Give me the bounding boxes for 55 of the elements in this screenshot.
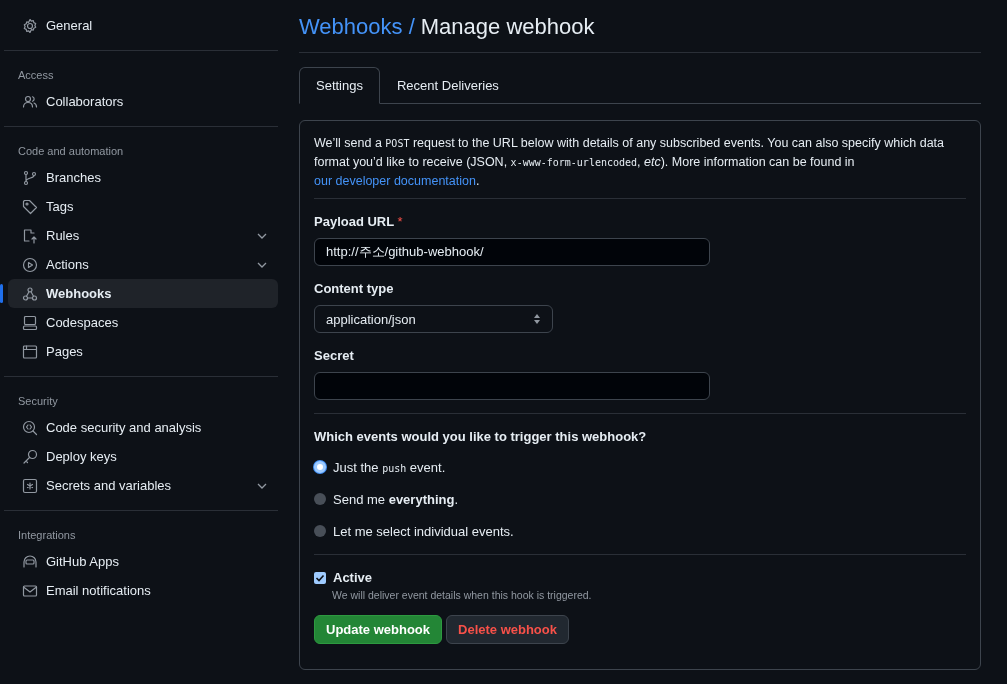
section-heading: Access <box>18 68 55 83</box>
asterisk-icon <box>22 477 38 494</box>
mail-icon <box>22 582 38 599</box>
delete-button[interactable]: Delete webhook <box>446 615 569 644</box>
sidebar-item[interactable]: Code security and analysis <box>8 413 278 442</box>
radio-label: Send me everything. <box>333 491 459 507</box>
section-heading: Integrations <box>18 528 77 543</box>
radio-button[interactable] <box>314 525 326 537</box>
required-mark: * <box>397 214 403 229</box>
play-icon <box>22 256 38 273</box>
breadcrumb-link[interactable]: Webhooks / <box>299 14 415 40</box>
intro-text: We’ll send a POST request to the URL below with details of any subscribed events. You can also specify which data format you’d like to receive (JSON, x-www-form-urlencoded, etc). More information can be found in our developer documentation. <box>314 134 966 199</box>
codespaces-icon <box>22 314 38 331</box>
sidebar-item[interactable]: Actions <box>8 250 278 279</box>
branch-icon <box>22 169 38 186</box>
checkbox[interactable] <box>314 571 326 584</box>
sidebar-item[interactable]: Collaborators <box>8 87 278 116</box>
update-button[interactable]: Update webhook <box>314 615 442 644</box>
radio-label: Let me select individual events. <box>333 523 514 539</box>
sidebar-item[interactable]: Branches <box>8 163 278 192</box>
people-icon <box>22 93 38 110</box>
events-question: Which events would you like to trigger this webhook? <box>314 429 648 444</box>
section-heading: Code and automation <box>18 144 125 159</box>
webhook-icon <box>22 285 38 302</box>
sidebar-item[interactable]: Rules <box>8 221 278 250</box>
tab[interactable]: Settings <box>299 67 380 104</box>
tab[interactable]: Recent Deliveries <box>380 67 516 104</box>
content-type-select[interactable]: application/json <box>314 305 553 333</box>
key-icon <box>22 448 38 465</box>
payload-url-field[interactable]: http://주소/github-webhook/ <box>314 238 710 266</box>
radio-label: Just the push event. <box>333 459 446 475</box>
radio-button[interactable] <box>314 461 326 473</box>
sidebar-item[interactable]: GitHub Apps <box>8 547 278 576</box>
gear-icon <box>22 17 38 34</box>
hint-text: We will deliver event details when this hook is triggered. <box>332 589 593 601</box>
sidebar-item[interactable]: Codespaces <box>8 308 278 337</box>
sort-arrows-icon <box>533 313 541 325</box>
documentation-link[interactable]: our developer documentation <box>314 174 476 188</box>
section-heading: Security <box>18 394 59 409</box>
rules-icon <box>22 227 38 244</box>
sidebar-item[interactable]: Pages <box>8 337 278 366</box>
sidebar-item[interactable]: Email notifications <box>8 576 278 605</box>
field-label: Payload URL <box>314 214 394 229</box>
radio-button[interactable] <box>314 493 326 505</box>
sidebar-item[interactable]: General <box>8 11 278 40</box>
checkbox-label: Active <box>333 570 373 585</box>
page-title: Manage webhook <box>420 14 595 40</box>
sidebar-item[interactable]: Deploy keys <box>8 442 278 471</box>
sidebar-item[interactable]: Secrets and variables <box>8 471 278 500</box>
field-label: Secret <box>314 348 355 363</box>
sidebar-item[interactable]: Tags <box>8 192 278 221</box>
browser-icon <box>22 343 38 360</box>
secret-field[interactable] <box>314 372 710 400</box>
field-label: Content type <box>314 281 395 296</box>
tag-icon <box>22 198 38 215</box>
